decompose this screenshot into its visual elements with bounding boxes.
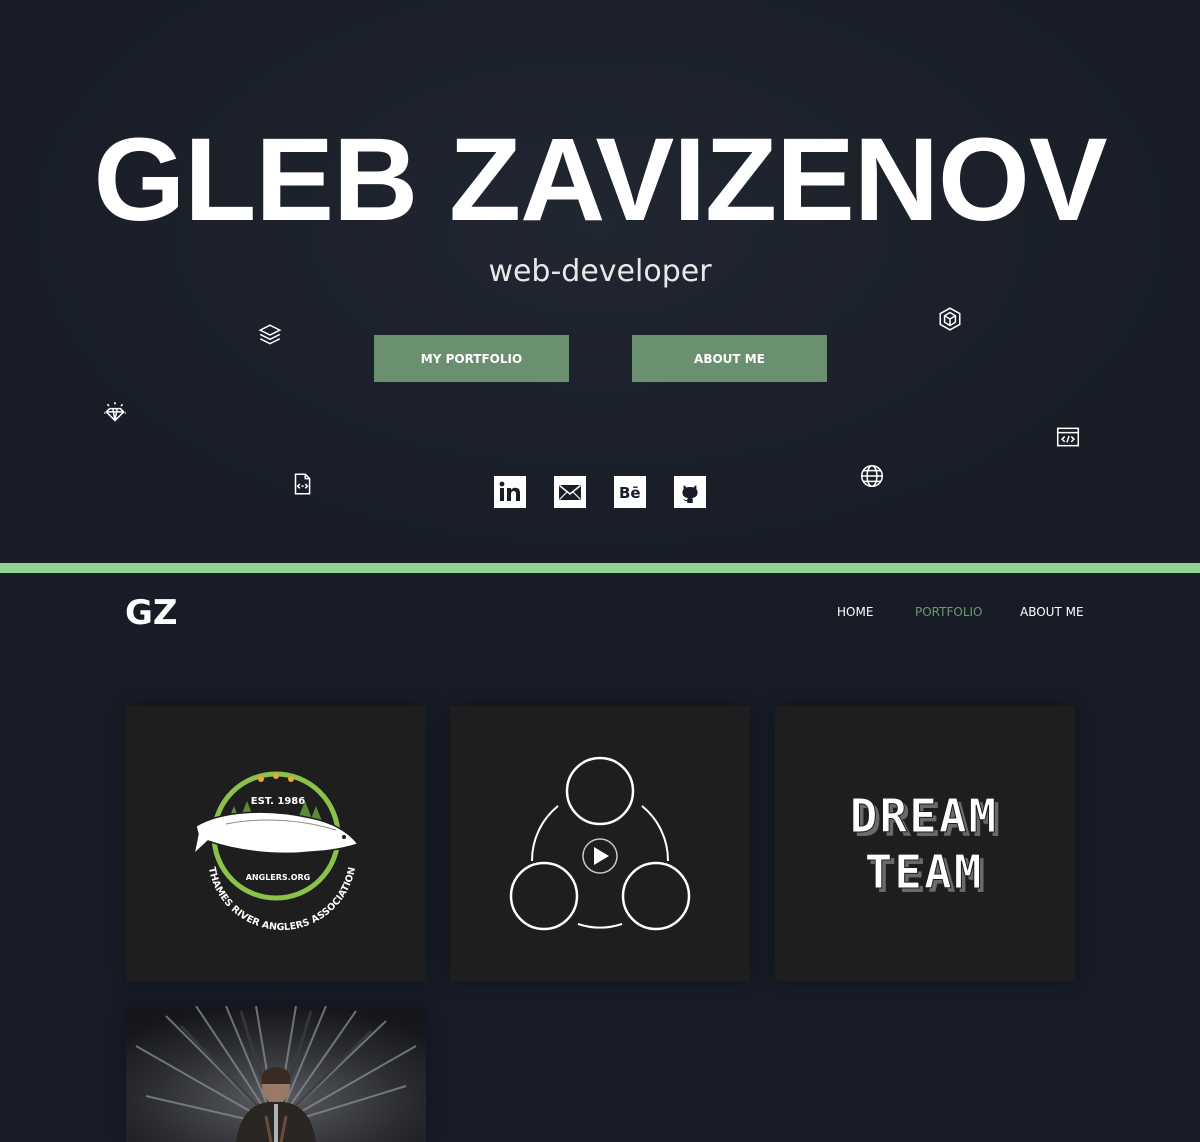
section-divider xyxy=(0,563,1200,573)
github-icon[interactable] xyxy=(674,476,706,508)
nav-portfolio[interactable]: PORTFOLIO xyxy=(915,605,983,619)
portfolio-card-dream-team[interactable]: DREAM DREAM TEAM TEAM xyxy=(775,706,1075,981)
about-me-button[interactable]: ABOUT ME xyxy=(632,335,827,382)
svg-text:Bē: Bē xyxy=(619,484,641,502)
site-logo[interactable]: GZ xyxy=(125,593,178,633)
team-text: TEAM xyxy=(865,845,984,899)
portfolio-card-video[interactable] xyxy=(450,706,750,981)
globe-icon xyxy=(859,463,885,489)
layers-icon xyxy=(257,322,283,348)
browser-code-icon xyxy=(1055,424,1081,450)
code-file-icon xyxy=(289,471,315,497)
diamond-icon xyxy=(102,400,128,426)
hero-subtitle: web-developer xyxy=(488,254,712,289)
behance-icon[interactable]: Bē xyxy=(614,476,646,508)
my-portfolio-button[interactable]: MY PORTFOLIO xyxy=(374,335,569,382)
portfolio-card-anglers[interactable]: EST. 1986 ANGLERS.ORG THAMES RIVER ANGLE… xyxy=(126,706,426,981)
nav-about-me[interactable]: ABOUT ME xyxy=(1020,605,1084,619)
anglers-est-text: EST. 1986 xyxy=(251,796,305,807)
portfolio-section: GZ HOME PORTFOLIO ABOUT ME EST. 1986 ANG… xyxy=(0,573,1200,1142)
cube-icon xyxy=(937,306,963,332)
dream-text: DREAM xyxy=(850,789,998,843)
portfolio-card-throne[interactable] xyxy=(126,1006,426,1142)
anglers-url-text: ANGLERS.ORG xyxy=(246,873,311,882)
email-icon[interactable] xyxy=(554,476,586,508)
hero-section: GLEB ZAVIZENOV web-developer MY PORTFOLI… xyxy=(0,0,1200,563)
nav-home[interactable]: HOME xyxy=(837,605,873,619)
hero-title: GLEB ZAVIZENOV xyxy=(93,114,1107,246)
linkedin-icon[interactable] xyxy=(494,476,526,508)
